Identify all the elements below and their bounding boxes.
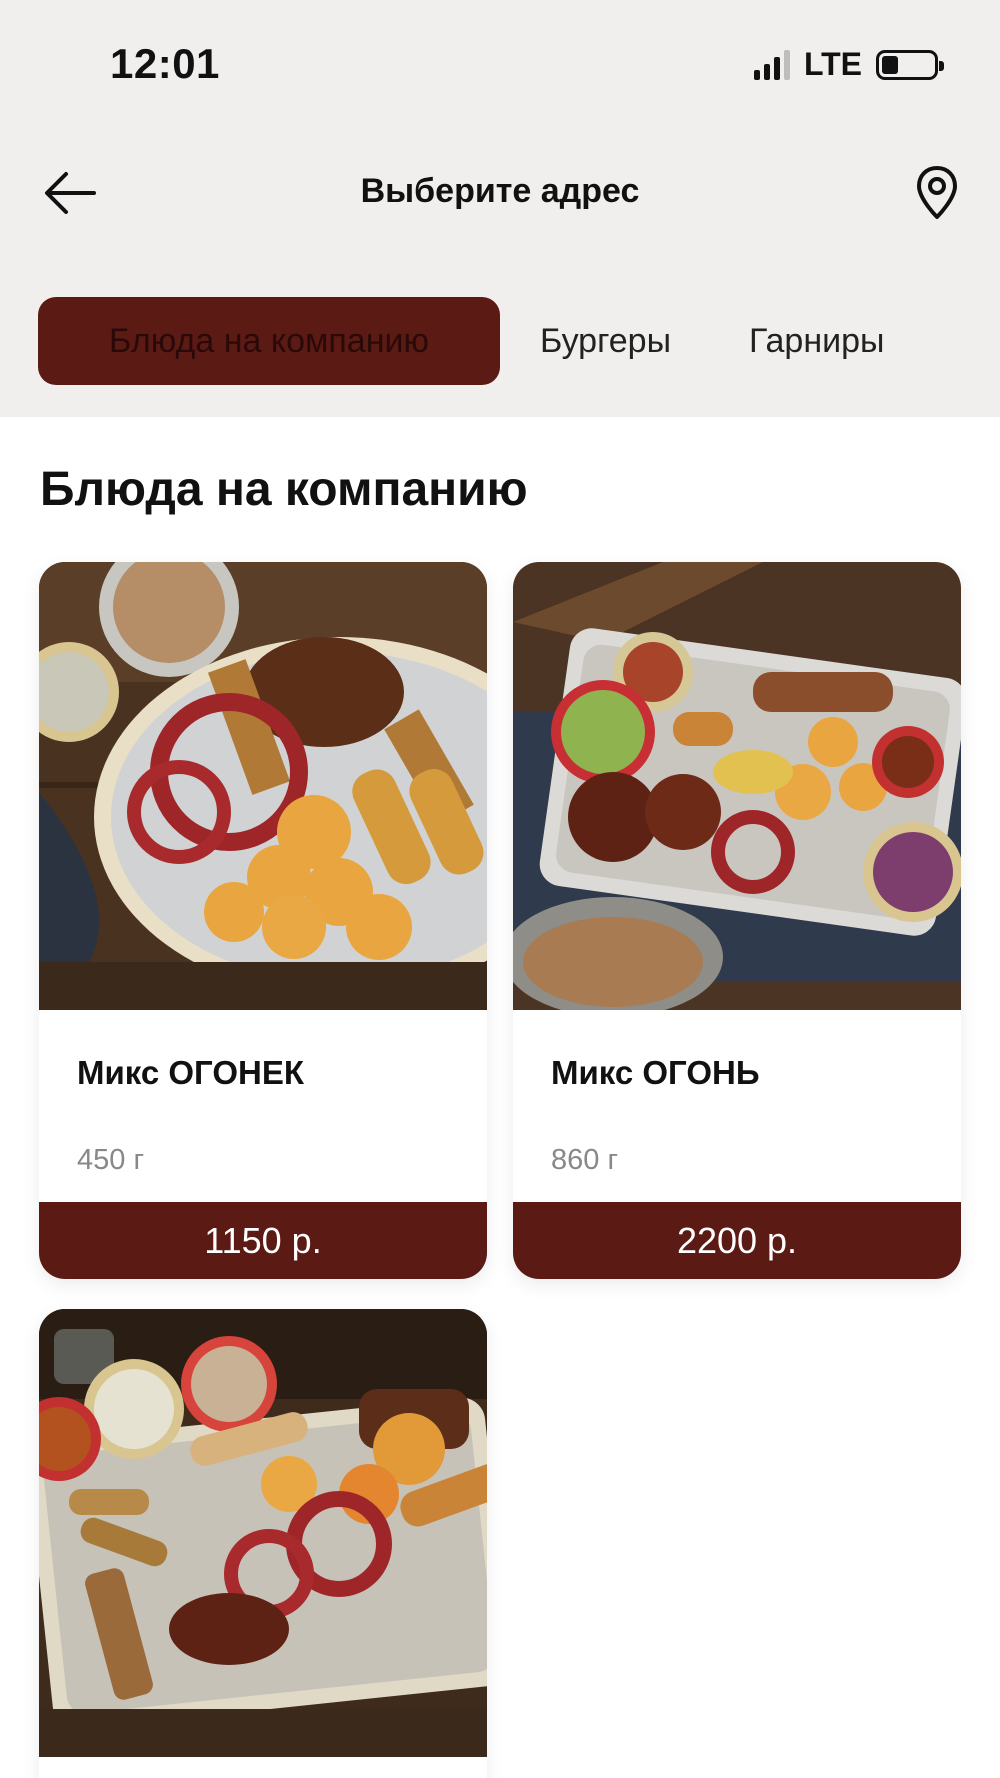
map-pin-icon[interactable] xyxy=(914,164,960,222)
status-time: 12:01 xyxy=(110,40,220,87)
category-tabs: Блюда на компанию Бургеры Гарниры xyxy=(38,297,884,385)
tab-company-dishes[interactable]: Блюда на компанию xyxy=(38,297,500,385)
product-weight: 450 г xyxy=(77,1144,145,1176)
product-name: Микс ОГОНЬ xyxy=(551,1054,760,1091)
product-name: Микс ОГОНЕК xyxy=(77,1054,304,1091)
price-button[interactable]: 1150 р. xyxy=(39,1202,487,1279)
product-photo xyxy=(513,562,961,1010)
product-weight: 860 г xyxy=(551,1144,619,1176)
product-card[interactable] xyxy=(39,1309,487,1778)
network-type: LTE xyxy=(803,46,862,82)
status-indicators: LTE xyxy=(753,46,944,83)
tab-burgers[interactable]: Бургеры xyxy=(540,322,671,361)
tab-sides[interactable]: Гарниры xyxy=(749,322,884,361)
product-card[interactable]: Микс ОГОНЕК 450 г 1150 р. xyxy=(39,562,487,1279)
product-photo xyxy=(39,1309,487,1757)
product-card[interactable]: Микс ОГОНЬ 860 г 2200 р. xyxy=(513,562,961,1279)
price-button[interactable]: 2200 р. xyxy=(513,1202,961,1279)
address-selector[interactable]: Выберите адрес xyxy=(0,172,1000,211)
signal-bars-icon xyxy=(753,49,790,80)
product-photo xyxy=(39,562,487,1010)
battery-icon xyxy=(876,49,944,80)
section-title: Блюда на компанию xyxy=(40,463,528,516)
